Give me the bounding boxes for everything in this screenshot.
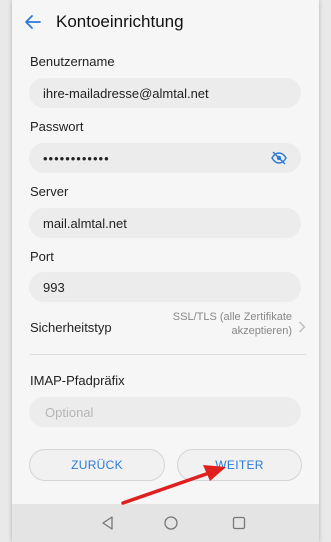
imap-prefix-label: IMAP-Pfadpräfix: [30, 373, 125, 388]
port-label: Port: [30, 249, 54, 264]
home-circle-icon[interactable]: [160, 512, 182, 534]
page-title: Kontoeinrichtung: [56, 12, 184, 31]
server-label: Server: [30, 184, 69, 199]
security-type-row[interactable]: Sicherheitstyp SSL/TLS (alle Zertifikate…: [30, 302, 306, 355]
server-value: mail.almtal.net: [43, 215, 127, 231]
security-type-value: SSL/TLS (alle Zertifikate akzeptieren): [172, 311, 292, 337]
security-type-label: Sicherheitstyp: [30, 320, 112, 335]
username-field[interactable]: ihre-mailadresse@almtal.net: [29, 78, 301, 108]
recents-square-icon[interactable]: [228, 512, 250, 534]
back-triangle-icon[interactable]: [97, 512, 119, 534]
next-button[interactable]: WEITER: [177, 449, 302, 481]
imap-prefix-field[interactable]: [29, 397, 301, 427]
system-nav-bar: [12, 504, 319, 542]
username-label: Benutzername: [30, 54, 115, 69]
port-field[interactable]: 993: [29, 272, 301, 302]
phone-screen: Kontoeinrichtung Benutzername ihre-maila…: [12, 0, 319, 542]
password-field[interactable]: ••••••••••••: [29, 143, 301, 173]
back-button[interactable]: ZURÜCK: [29, 449, 165, 481]
server-field[interactable]: mail.almtal.net: [29, 208, 301, 238]
username-value: ihre-mailadresse@almtal.net: [43, 85, 209, 101]
password-value: ••••••••••••: [43, 150, 110, 166]
eye-hidden-icon[interactable]: [271, 151, 287, 165]
port-value: 993: [43, 279, 65, 295]
imap-prefix-input[interactable]: [43, 403, 247, 421]
password-label: Passwort: [30, 119, 84, 134]
chevron-right-icon: [299, 321, 306, 333]
back-arrow-icon[interactable]: [24, 13, 42, 31]
app-bar: Kontoeinrichtung: [12, 0, 319, 44]
